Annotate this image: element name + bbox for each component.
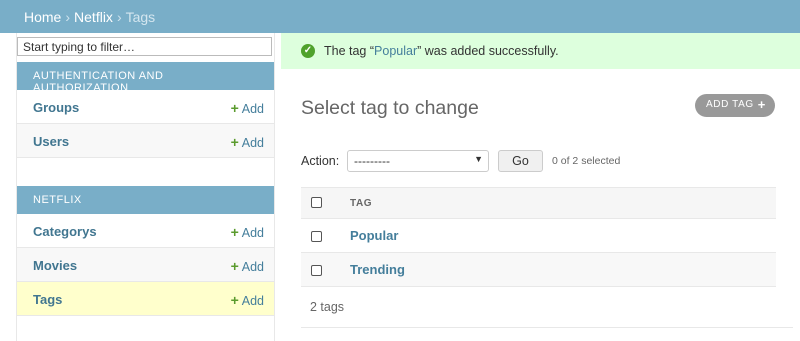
table-row: Trending (301, 252, 776, 287)
add-tags-link[interactable]: + Add (231, 292, 264, 308)
plus-icon: + (757, 97, 766, 112)
breadcrumbs-bar: Home › Netflix › Tags (0, 0, 800, 33)
breadcrumb-separator: › (65, 9, 71, 25)
action-label: Action: (301, 154, 340, 168)
add-users-link[interactable]: + Add (231, 134, 264, 150)
row-select-cell (301, 252, 350, 287)
breadcrumb-current: Tags (125, 9, 156, 25)
chevron-down-icon: ▼ (474, 154, 483, 164)
sidebar-item-label[interactable]: Groups (33, 100, 79, 115)
sidebar-item-label[interactable]: Categorys (33, 224, 97, 239)
table-row: Popular (301, 218, 776, 253)
result-count: 2 tags (310, 300, 345, 314)
paginator: 2 tags (301, 289, 793, 328)
sidebar-item-label[interactable]: Movies (33, 258, 77, 273)
tag-cell: Popular (350, 218, 776, 253)
tag-link-trending[interactable]: Trending (350, 262, 405, 277)
sidebar-item-tags[interactable]: Tags + Add (17, 282, 274, 316)
sidebar-item-groups[interactable]: Groups + Add (17, 90, 274, 124)
added-tag-link[interactable]: Popular (374, 44, 417, 58)
select-all-checkbox[interactable] (311, 197, 322, 209)
row-checkbox[interactable] (311, 230, 322, 242)
plus-icon: + (230, 134, 239, 150)
add-categorys-link[interactable]: + Add (231, 224, 264, 240)
add-groups-link[interactable]: + Add (231, 100, 264, 116)
success-message-text: The tag “Popular” was added successfully… (324, 44, 559, 58)
tag-link-popular[interactable]: Popular (350, 228, 398, 243)
nav-sidebar: AUTHENTICATION AND AUTHORIZATION Groups … (16, 33, 275, 341)
breadcrumb-home-link[interactable]: Home (24, 9, 61, 25)
column-header-tag[interactable]: TAG (350, 187, 776, 219)
results-table: TAG Popular Trending (301, 187, 776, 287)
add-tag-button[interactable]: ADD TAG + (695, 94, 775, 117)
plus-icon: + (230, 224, 239, 240)
actions-bar: Action: --------- ▼ Go 0 of 2 selected (301, 150, 776, 172)
sidebar-item-label[interactable]: Tags (33, 292, 62, 307)
plus-icon: + (230, 258, 239, 274)
row-checkbox[interactable] (311, 264, 322, 276)
tag-cell: Trending (350, 252, 776, 287)
go-button[interactable]: Go (498, 150, 543, 172)
page-title: Select tag to change (301, 97, 479, 119)
sidebar-item-categorys[interactable]: Categorys + Add (17, 214, 274, 248)
plus-icon: + (230, 292, 239, 308)
table-header-row: TAG (301, 187, 776, 219)
module-caption-netflix[interactable]: NETFLIX (17, 186, 274, 214)
success-message: ✓ The tag “Popular” was added successful… (281, 33, 800, 69)
breadcrumb-netflix-link[interactable]: Netflix (74, 9, 113, 25)
action-select[interactable]: --------- ▼ (347, 150, 489, 172)
plus-icon: + (230, 100, 239, 116)
select-all-cell (301, 187, 350, 219)
selection-counter: 0 of 2 selected (552, 155, 621, 167)
sidebar-item-movies[interactable]: Movies + Add (17, 248, 274, 282)
breadcrumb-separator: › (116, 9, 122, 25)
breadcrumb: Home › Netflix › Tags (24, 9, 155, 25)
nav-filter-input[interactable] (17, 37, 272, 56)
sidebar-item-label[interactable]: Users (33, 134, 69, 149)
row-select-cell (301, 218, 350, 253)
add-movies-link[interactable]: + Add (231, 258, 264, 274)
checkmark-icon: ✓ (301, 44, 315, 58)
module-caption-auth[interactable]: AUTHENTICATION AND AUTHORIZATION (17, 62, 274, 94)
sidebar-item-users[interactable]: Users + Add (17, 124, 274, 158)
